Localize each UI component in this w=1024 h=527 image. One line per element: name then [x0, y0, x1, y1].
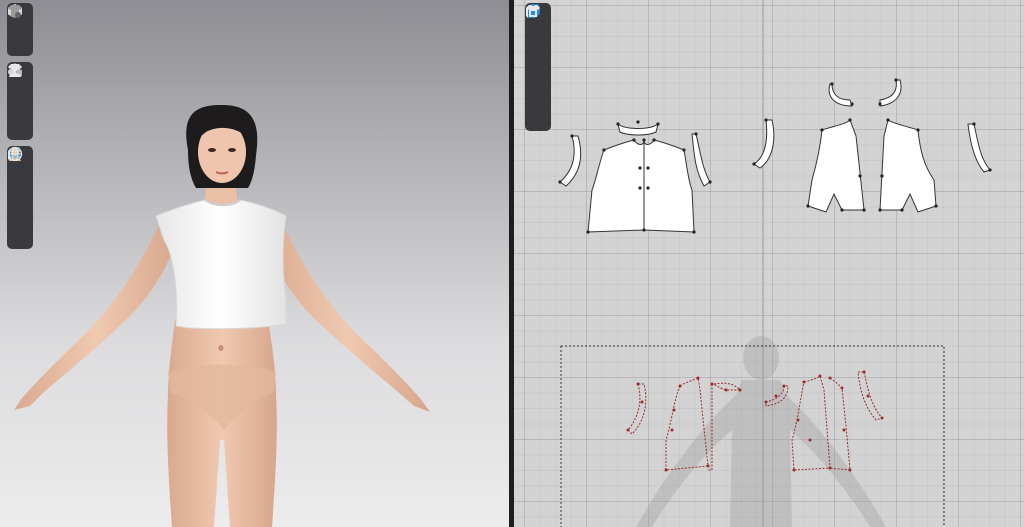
- sewing-tool-icon[interactable]: [8, 65, 31, 112]
- pattern-canvas: [558, 0, 992, 527]
- brush-icon[interactable]: [9, 148, 31, 196]
- garment-cropped-top[interactable]: [155, 199, 287, 330]
- toolbar-3d-group-1: [7, 3, 33, 56]
- 2d-pattern-window[interactable]: [514, 0, 1024, 527]
- avatar-navel: [218, 345, 224, 351]
- pattern-piece-front-right-facing[interactable]: [967, 123, 991, 173]
- avatar-scene: [14, 105, 430, 527]
- pattern-fabric-icon[interactable]: [526, 4, 549, 103]
- pattern-piece-front-right-collar[interactable]: [879, 79, 902, 107]
- avatar-right-arm: [264, 218, 430, 412]
- shirt-print-icon[interactable]: [526, 5, 549, 128]
- shirt-icon[interactable]: [526, 5, 549, 53]
- avatar-left-eye: [208, 148, 216, 152]
- skin-tone-icon[interactable]: [9, 148, 31, 221]
- avatar-silhouette: [636, 336, 886, 527]
- toolbar-2d: [525, 3, 551, 131]
- pattern-piece-collar[interactable]: [617, 122, 659, 136]
- pattern-piece-back-body[interactable]: [587, 139, 695, 233]
- avatar-right-eye: [228, 148, 236, 152]
- pattern-piece-front-left-body[interactable]: [807, 119, 865, 213]
- globe-icon[interactable]: [7, 146, 31, 246]
- pattern-piece-left-sleeve-facing[interactable]: [559, 135, 582, 187]
- pattern-piece-front-left-facing[interactable]: [753, 119, 775, 169]
- toolbar-3d-group-3: [7, 146, 33, 249]
- toolbar-3d-group-2: [7, 62, 33, 140]
- avatar-left-arm: [14, 218, 178, 410]
- pattern-piece-right-sleeve-facing[interactable]: [691, 133, 711, 187]
- garment-display-icon[interactable]: [8, 5, 31, 53]
- avatar-person-icon[interactable]: [9, 63, 31, 137]
- pattern-piece-front-left-collar[interactable]: [828, 83, 853, 107]
- 3d-viewport[interactable]: [0, 0, 509, 527]
- info-icon[interactable]: [526, 4, 549, 78]
- pattern-piece-front-right-body[interactable]: [879, 119, 937, 213]
